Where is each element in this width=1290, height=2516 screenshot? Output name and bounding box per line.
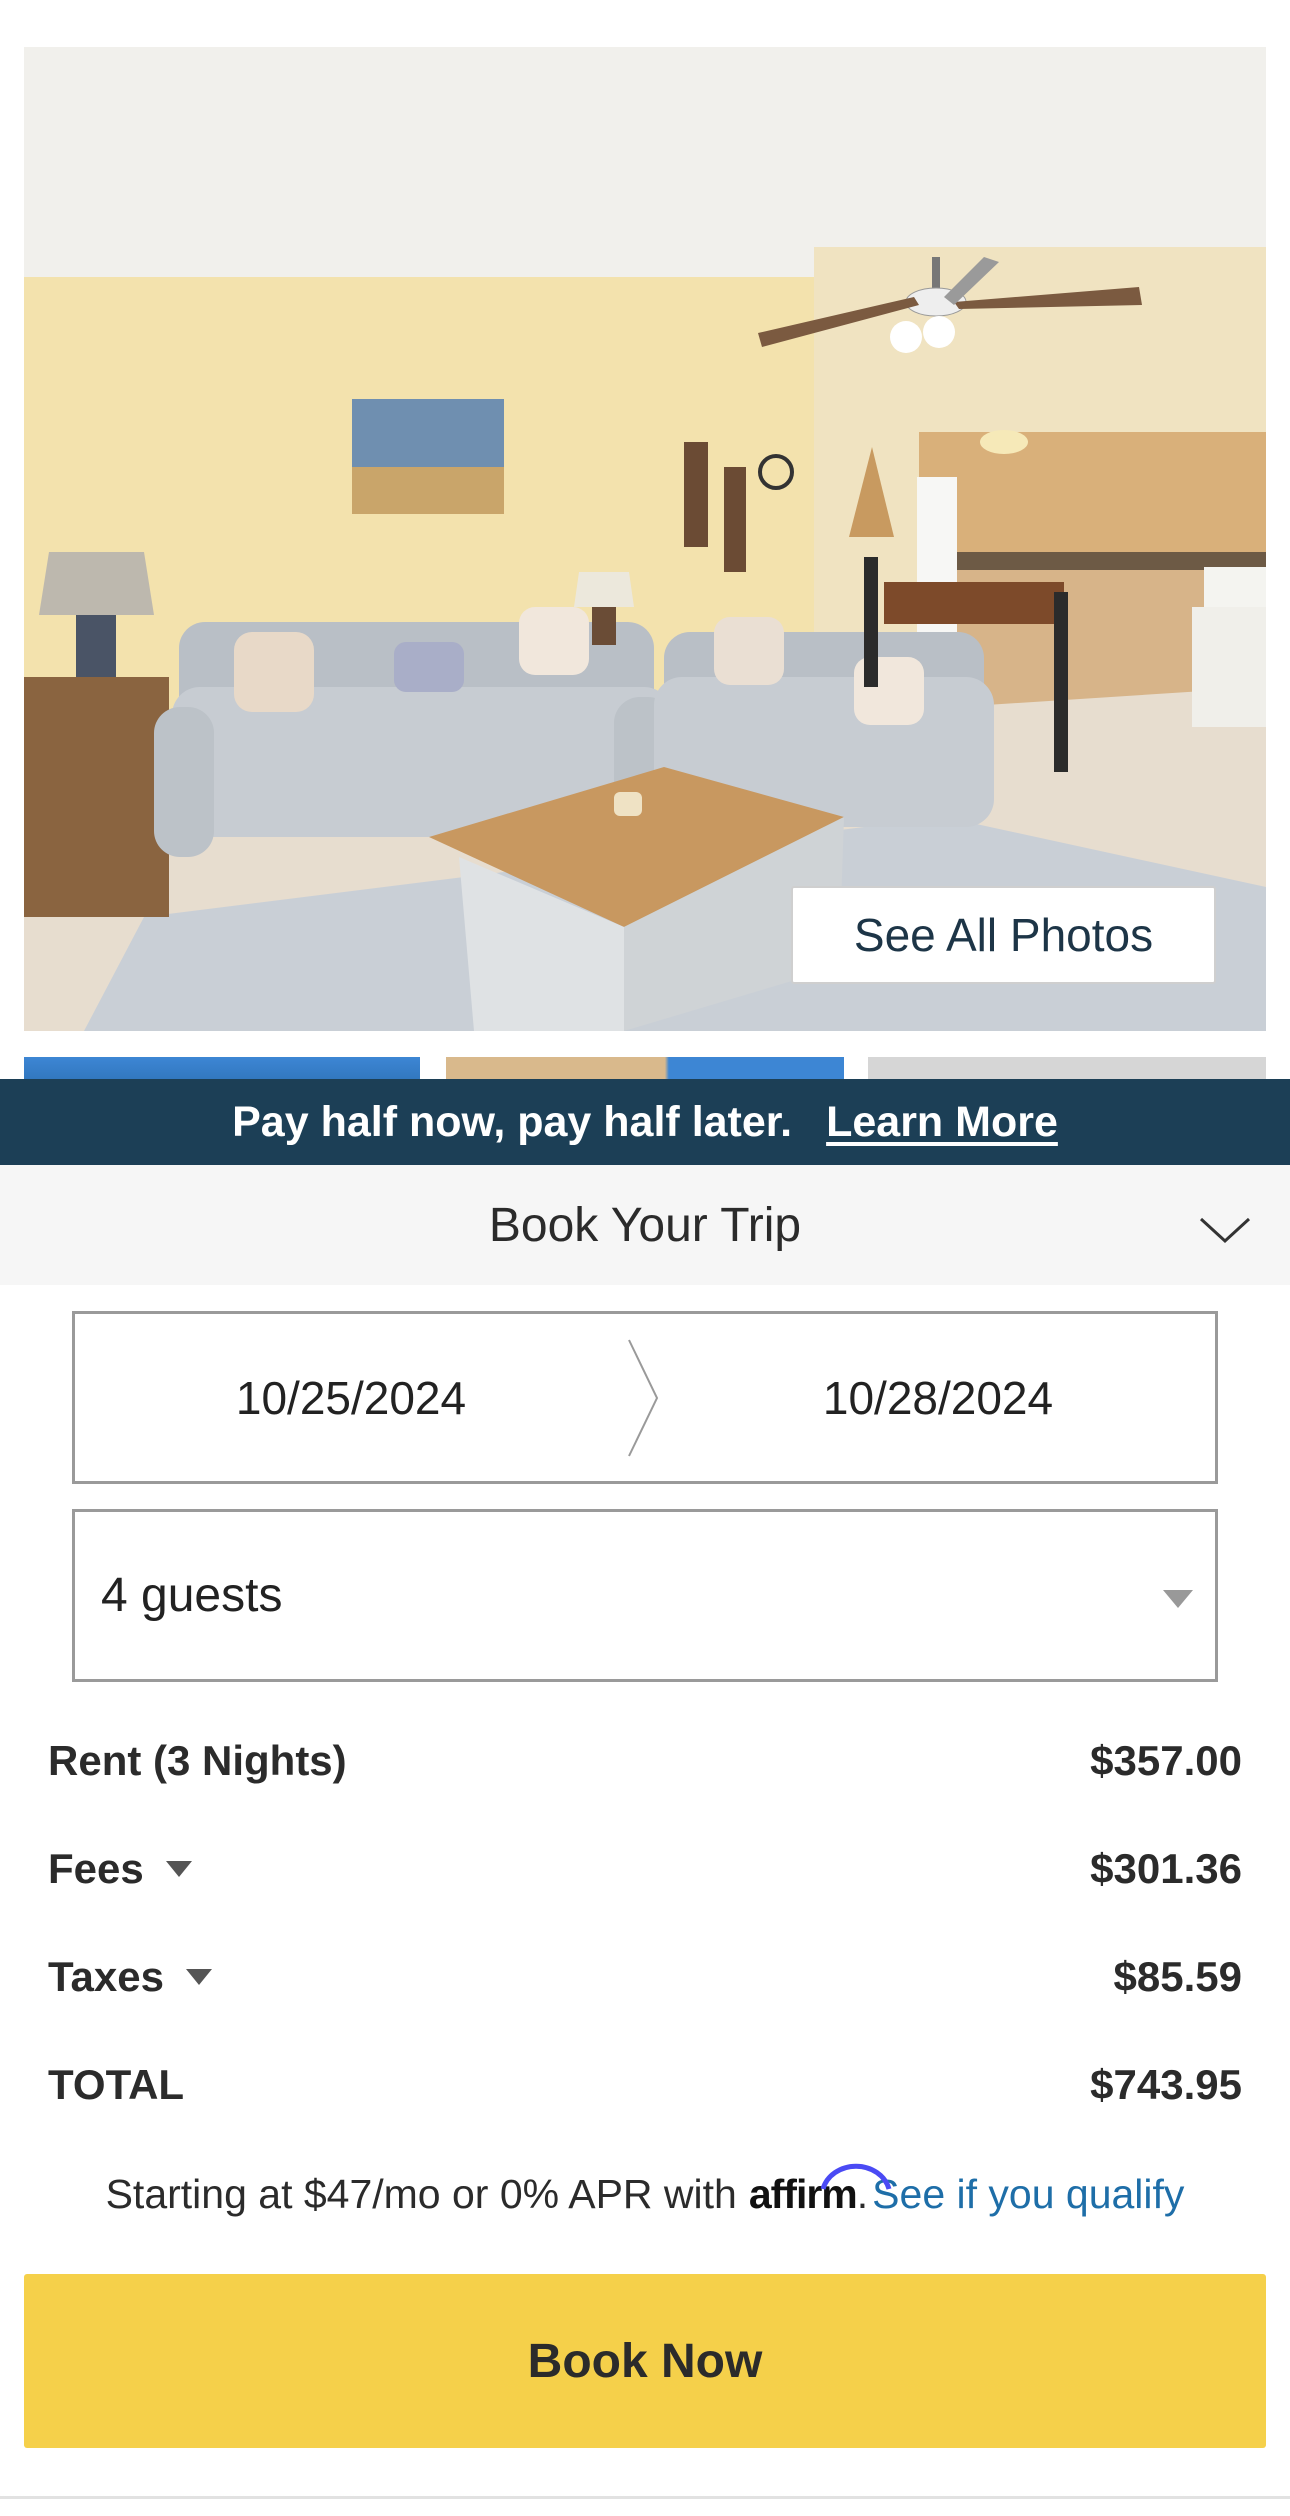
guests-value: 4 guests	[101, 1569, 283, 1622]
rent-amount: $357.00	[1090, 1737, 1242, 1784]
price-row-rent: Rent (3 Nights) $357.00	[48, 1726, 1242, 1796]
caret-down-icon[interactable]	[185, 1969, 212, 1985]
total-amount: $743.95	[1090, 2061, 1242, 2108]
affirm-prefix-text: Starting at $47/mo or 0% APR with	[105, 2170, 737, 2217]
promo-text: Pay half now, pay half later.	[232, 1097, 793, 1146]
checkout-date-field[interactable]: 10/28/2024	[661, 1314, 1215, 1481]
see-if-you-qualify-link[interactable]: See if you qualify	[872, 2171, 1184, 2218]
total-label: TOTAL	[48, 2061, 185, 2108]
living-room-photo	[24, 47, 1266, 1031]
fees-label: Fees	[48, 1845, 144, 1892]
photo-thumbnail[interactable]	[868, 1057, 1266, 1079]
hero-photo[interactable]: See All Photos	[24, 47, 1266, 1031]
learn-more-link[interactable]: Learn More	[826, 1098, 1058, 1147]
date-range-picker: 10/25/2024 10/28/2024	[72, 1311, 1218, 1484]
payment-promo-banner: Pay half now, pay half later. Learn More	[0, 1079, 1290, 1165]
see-all-photos-button[interactable]: See All Photos	[791, 886, 1216, 984]
chevron-down-icon[interactable]	[1198, 1213, 1252, 1247]
taxes-label: Taxes	[48, 1953, 164, 2000]
bottom-divider	[0, 2496, 1290, 2499]
price-row-taxes[interactable]: Taxes $85.59	[48, 1942, 1242, 2012]
caret-down-icon[interactable]	[165, 1861, 192, 1877]
photo-thumbnail[interactable]	[24, 1057, 420, 1079]
affirm-financing-line: Starting at $47/mo or 0% APR with affirm…	[0, 2158, 1290, 2230]
book-your-trip-header[interactable]: Book Your Trip	[0, 1165, 1290, 1285]
caret-down-icon	[1163, 1590, 1193, 1608]
affirm-logo: affirm	[749, 2163, 892, 2218]
book-your-trip-title: Book Your Trip	[488, 1198, 802, 1252]
guests-select[interactable]: 4 guests	[72, 1509, 1218, 1682]
rent-label: Rent (3 Nights)	[48, 1737, 347, 1784]
price-row-total: TOTAL $743.95	[48, 2050, 1242, 2120]
book-now-button[interactable]: Book Now	[24, 2274, 1266, 2448]
price-row-fees[interactable]: Fees $301.36	[48, 1834, 1242, 1904]
affirm-arc-icon	[820, 2163, 892, 2190]
fees-amount: $301.36	[1090, 1845, 1242, 1892]
checkin-date-field[interactable]: 10/25/2024	[75, 1314, 627, 1481]
taxes-amount: $85.59	[1113, 1953, 1242, 2000]
chevron-right-icon	[628, 1339, 659, 1457]
photo-thumbnail[interactable]	[446, 1057, 844, 1079]
